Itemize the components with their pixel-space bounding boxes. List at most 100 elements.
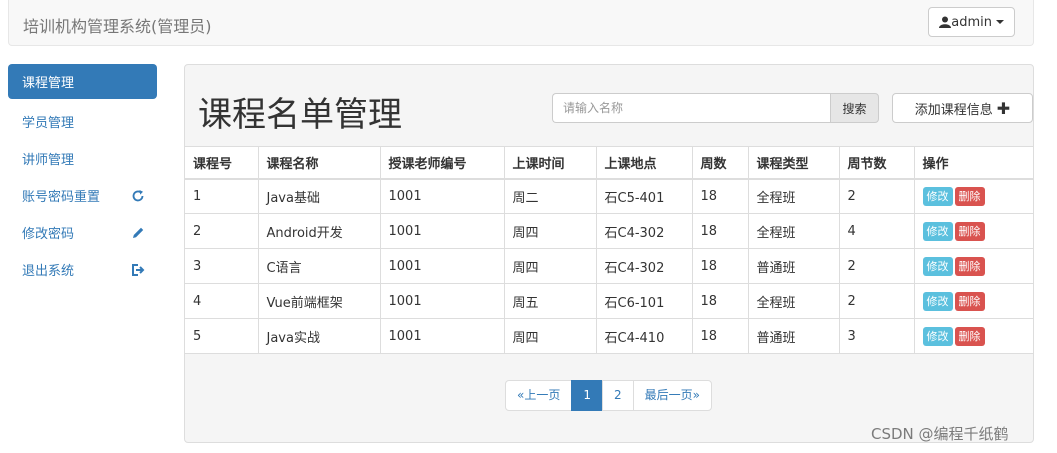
col-header: 授课老师编号	[379, 146, 505, 180]
sidebar-item-reset-password[interactable]: 账号密码重置	[8, 177, 157, 214]
table-cell: 全程班	[747, 213, 840, 249]
course-panel: 课程名单管理 搜索 添加课程信息 ✚ 课程号 课程名称 授课老师编号 上课时间 …	[184, 64, 1034, 443]
table-cell: 1001	[379, 213, 505, 249]
col-header: 操作	[913, 146, 1033, 180]
page-link-1[interactable]: 1	[571, 380, 603, 411]
table-cell: Vue前端框架	[257, 283, 381, 319]
sidebar-item-label: 课程管理	[22, 76, 75, 91]
sidebar-item-change-password[interactable]: 修改密码	[8, 214, 157, 251]
table-cell: 普通班	[747, 248, 840, 284]
table-row: 3 C语言 1001 周四 石C4-302 18 普通班 2 修改 删除	[185, 248, 1033, 284]
actions-cell: 修改 删除	[913, 213, 1033, 249]
table-cell: 石C5-401	[595, 178, 693, 214]
user-icon	[939, 16, 952, 28]
sidebar-item-label: 修改密码	[22, 227, 75, 242]
table-cell: 18	[691, 318, 749, 354]
table-cell: 周四	[503, 318, 597, 354]
actions-cell: 修改 删除	[913, 283, 1033, 319]
user-name: admin	[951, 14, 992, 30]
sidebar-item-label: 讲师管理	[22, 153, 75, 168]
col-header: 课程号	[185, 146, 259, 180]
table-cell: 周五	[503, 283, 597, 319]
actions-cell: 修改 删除	[913, 248, 1033, 284]
table-cell: 周二	[503, 178, 597, 214]
table-cell: 5	[185, 318, 259, 354]
search-input[interactable]	[552, 93, 830, 123]
table-row: 5 Java实战 1001 周四 石C4-410 18 普通班 3 修改 删除	[185, 318, 1033, 354]
sidebar-item-label: 账号密码重置	[22, 190, 101, 205]
search-group: 搜索	[552, 93, 879, 123]
table-cell: 石C4-410	[595, 318, 693, 354]
sidebar-item-label: 学员管理	[22, 116, 75, 131]
table-cell: 4	[185, 283, 259, 319]
table-cell: 18	[691, 283, 749, 319]
table-cell: 1001	[379, 178, 505, 214]
col-header: 周数	[691, 146, 749, 180]
table-cell: 2	[185, 213, 259, 249]
user-menu-button[interactable]: admin	[928, 7, 1015, 37]
page-title: 课程名单管理	[198, 95, 402, 135]
table-cell: 周四	[503, 213, 597, 249]
table-cell: 石C4-302	[595, 248, 693, 284]
table-cell: C语言	[257, 248, 381, 284]
sidebar-item-logout[interactable]: 退出系统	[8, 251, 157, 288]
edit-button[interactable]: 修改	[922, 256, 953, 276]
sidebar: 课程管理 学员管理 讲师管理 账号密码重置 修改密码 退出系统	[8, 64, 157, 288]
watermark: CSDN @编程千纸鹤	[871, 425, 1009, 443]
edit-button[interactable]: 修改	[922, 291, 953, 311]
table-cell: 1	[185, 178, 259, 214]
last-page-link[interactable]: 最后一页»	[632, 380, 712, 411]
table-row: 2 Android开发 1001 周四 石C4-302 18 全程班 4 修改 删除	[185, 213, 1033, 249]
navbar: 培训机构管理系统(管理员) admin	[8, 0, 1034, 46]
table-cell: Java实战	[257, 318, 381, 354]
col-header: 上课时间	[503, 146, 597, 180]
table-cell: 1001	[379, 318, 505, 354]
sidebar-item-teachers[interactable]: 讲师管理	[8, 140, 157, 177]
edit-button[interactable]: 修改	[922, 221, 953, 241]
table-cell: 18	[691, 248, 749, 284]
search-button[interactable]: 搜索	[830, 93, 879, 123]
table-cell: 全程班	[747, 283, 840, 319]
table-cell: 4	[838, 213, 915, 249]
table-cell: Android开发	[257, 213, 381, 249]
table-cell: 2	[838, 178, 915, 214]
edit-button[interactable]: 修改	[922, 326, 953, 346]
actions-cell: 修改 删除	[913, 318, 1033, 354]
table-cell: 3	[185, 248, 259, 284]
prev-page-link[interactable]: «上一页	[505, 380, 573, 411]
edit-button[interactable]: 修改	[922, 186, 953, 206]
table-cell: 1001	[379, 248, 505, 284]
refresh-icon	[132, 189, 144, 201]
sidebar-item-students[interactable]: 学员管理	[8, 103, 157, 140]
add-course-button[interactable]: 添加课程信息 ✚	[892, 93, 1033, 123]
pagination: «上一页 1 2 最后一页»	[505, 380, 712, 411]
table-row: 4 Vue前端框架 1001 周五 石C6-101 18 全程班 2 修改 删除	[185, 283, 1033, 319]
table-row: 1 Java基础 1001 周二 石C5-401 18 全程班 2 修改 删除	[185, 178, 1033, 214]
table-cell: 18	[691, 213, 749, 249]
page-link-2[interactable]: 2	[601, 380, 634, 411]
sidebar-item-course[interactable]: 课程管理	[8, 64, 157, 99]
table-cell: 3	[838, 318, 915, 354]
table-cell: 18	[691, 178, 749, 214]
table-cell: 全程班	[747, 178, 840, 214]
table-cell: 2	[838, 248, 915, 284]
brand-title[interactable]: 培训机构管理系统(管理员)	[23, 13, 212, 37]
col-header: 周节数	[838, 146, 915, 180]
caret-down-icon	[996, 20, 1004, 24]
delete-button[interactable]: 删除	[954, 291, 985, 311]
col-header: 课程名称	[257, 146, 381, 180]
delete-button[interactable]: 删除	[954, 221, 985, 241]
table-cell: 1001	[379, 283, 505, 319]
delete-button[interactable]: 删除	[954, 186, 985, 206]
col-header: 上课地点	[595, 146, 693, 180]
delete-button[interactable]: 删除	[954, 256, 985, 276]
table-header-row: 课程号 课程名称 授课老师编号 上课时间 上课地点 周数 课程类型 周节数 操作	[185, 146, 1033, 180]
plus-icon: ✚	[996, 98, 1011, 118]
logout-icon	[132, 263, 145, 276]
actions-cell: 修改 删除	[913, 178, 1033, 214]
sidebar-item-label: 退出系统	[22, 264, 75, 279]
table-cell: Java基础	[257, 178, 381, 214]
delete-button[interactable]: 删除	[954, 326, 985, 346]
table-cell: 石C6-101	[595, 283, 693, 319]
table-cell: 普通班	[747, 318, 840, 354]
